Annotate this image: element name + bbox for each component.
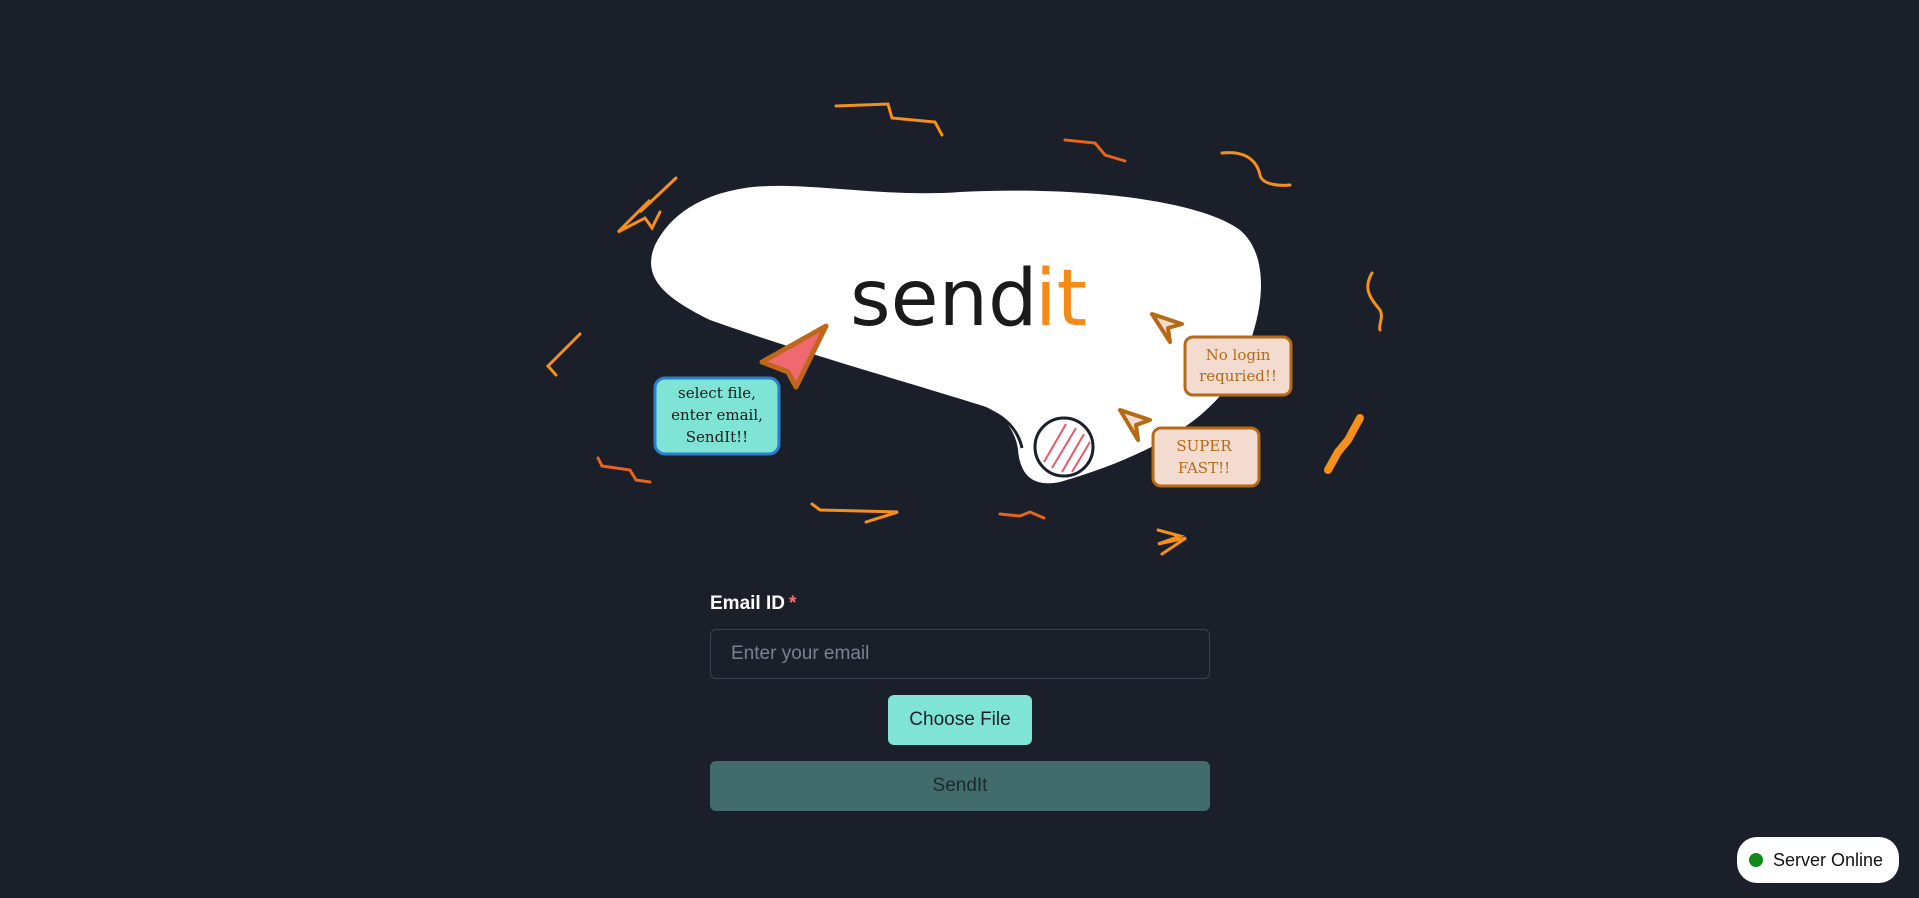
server-status-badge: Server Online — [1736, 837, 1899, 883]
send-form: Email ID* Choose File SendIt — [710, 593, 1210, 811]
callout-select-file: select file, enter email, SendIt!! — [653, 376, 781, 456]
email-label: Email ID * — [710, 593, 1210, 615]
choose-file-button[interactable]: Choose File — [888, 695, 1032, 745]
callout-fast-line-2: FAST!! — [1178, 459, 1230, 477]
sendit-button[interactable]: SendIt — [710, 761, 1210, 811]
logo-send: send — [850, 254, 1038, 344]
callout-select-line-2: enter email, — [671, 406, 763, 424]
callout-no-login: No login requried!! — [1183, 335, 1293, 397]
callout-fast-line-1: SUPER — [1176, 437, 1232, 455]
email-input[interactable] — [710, 629, 1210, 679]
email-label-text: Email ID — [710, 593, 785, 614]
logo-it: it — [1035, 254, 1087, 344]
callout-select-line-3: SendIt!! — [686, 428, 748, 446]
status-text: Server Online — [1772, 849, 1883, 870]
callout-super-fast: SUPER FAST!! — [1151, 426, 1261, 488]
hero-illustration: send it select file, enter email, SendIt… — [545, 102, 1383, 556]
file-row: Choose File — [710, 695, 1210, 745]
callout-select-line-1: select file, — [678, 384, 756, 402]
status-dot-icon — [1748, 853, 1763, 867]
callout-login-line-1: No login — [1206, 346, 1271, 364]
required-mark: * — [788, 593, 797, 614]
hatched-circle-icon — [1033, 416, 1095, 478]
callout-login-line-2: requried!! — [1199, 367, 1277, 385]
